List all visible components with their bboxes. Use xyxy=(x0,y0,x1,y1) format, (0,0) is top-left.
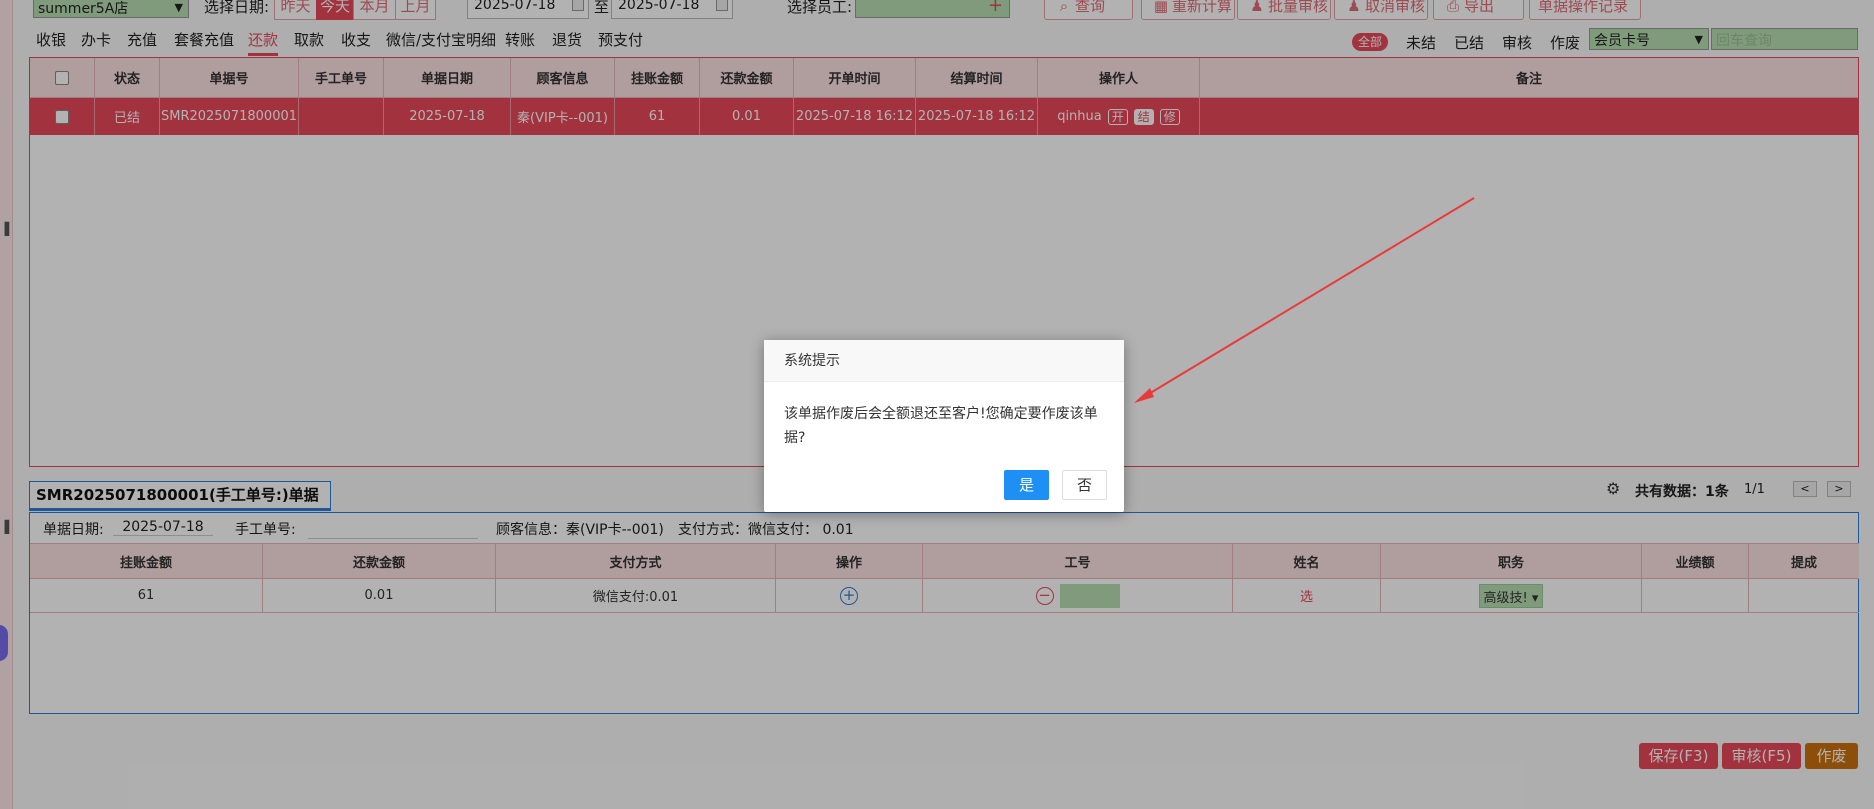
arrow-line xyxy=(1141,197,1475,399)
system-dialog: 系统提示 该单据作废后会全额退还至客户!您确定要作废该单据? 是 否 xyxy=(764,340,1124,512)
app-page: ▐ ▐ summer5A店 ▼ 选择日期: 昨天 今天 本月 上月 2025-0… xyxy=(0,0,1874,809)
dialog-title: 系统提示 xyxy=(764,340,1124,382)
dialog-no-button[interactable]: 否 xyxy=(1062,470,1107,500)
arrow-head-icon xyxy=(1134,388,1154,403)
dialog-yes-button[interactable]: 是 xyxy=(1004,470,1049,500)
dialog-message: 该单据作废后会全额退还至客户!您确定要作废该单据? xyxy=(784,406,1098,446)
